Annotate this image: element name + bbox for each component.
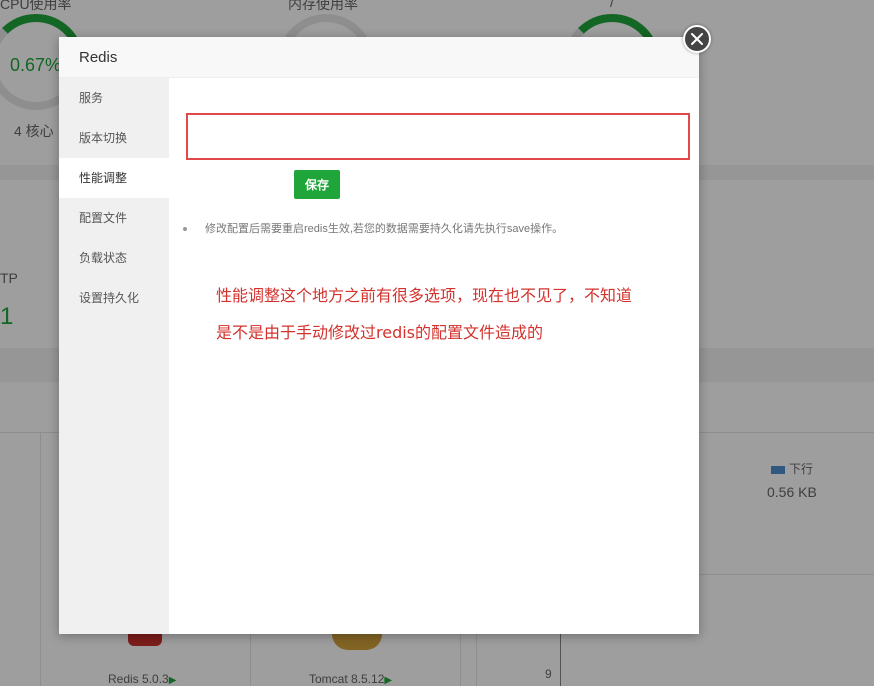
annotation-line-2: 是不是由于手动修改过redis的配置文件造成的 [216, 323, 544, 342]
close-modal-button[interactable] [683, 25, 711, 53]
restart-tip: 修改配置后需要重启redis生效,若您的数据需要持久化请先执行save操作。 [183, 220, 563, 236]
sidebar-item-load-status[interactable]: 负载状态 [59, 238, 169, 278]
sidebar-item-persistence[interactable]: 设置持久化 [59, 278, 169, 318]
modal-title: Redis [59, 37, 699, 78]
close-icon [691, 33, 703, 45]
save-button[interactable]: 保存 [294, 170, 340, 199]
annotation-line-1: 性能调整这个地方之前有很多选项，现在也不见了，不知道 [216, 286, 633, 305]
redis-modal: Redis 服务 版本切换 性能调整 配置文件 负载状态 设置持久化 保存 修改… [59, 37, 699, 634]
sidebar-item-version-switch[interactable]: 版本切换 [59, 118, 169, 158]
sidebar-item-performance-tuning[interactable]: 性能调整 [59, 158, 169, 198]
sidebar-item-service[interactable]: 服务 [59, 78, 169, 118]
performance-settings-area[interactable] [186, 113, 690, 160]
performance-tuning-panel: 保存 修改配置后需要重启redis生效,若您的数据需要持久化请先执行save操作… [169, 78, 699, 634]
modal-sidebar: 服务 版本切换 性能调整 配置文件 负载状态 设置持久化 [59, 78, 169, 634]
modal-body: 服务 版本切换 性能调整 配置文件 负载状态 设置持久化 保存 修改配置后需要重… [59, 78, 699, 634]
sidebar-item-config-file[interactable]: 配置文件 [59, 198, 169, 238]
annotation-note: 性能调整这个地方之前有很多选项，现在也不见了，不知道 是不是由于手动修改过red… [216, 277, 656, 351]
bullet-icon [183, 227, 187, 232]
